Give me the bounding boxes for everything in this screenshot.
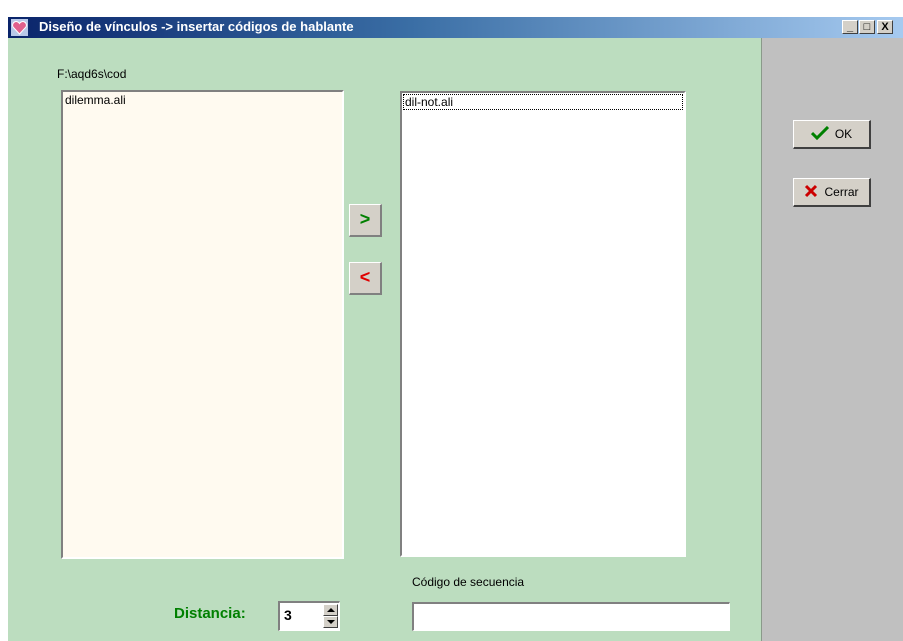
directory-path-label: F:\aqd6s\cod	[57, 67, 127, 81]
arrow-up-icon	[327, 608, 335, 612]
add-to-target-button[interactable]: >	[349, 204, 382, 237]
distance-spinner[interactable]: 3	[278, 601, 340, 631]
app-heart-icon	[11, 19, 28, 36]
ok-label: OK	[834, 127, 853, 141]
list-item[interactable]: dilemma.ali	[63, 92, 342, 108]
remove-from-target-button[interactable]: <	[349, 262, 382, 295]
maximize-button[interactable]: □	[859, 20, 875, 34]
source-file-list[interactable]: dilemma.ali	[61, 90, 344, 559]
dialog-window: Diseño de vínculos -> insertar códigos d…	[8, 17, 903, 641]
close-button[interactable]: X	[877, 20, 893, 34]
arrow-down-icon	[327, 620, 335, 624]
close-label: Cerrar	[824, 185, 859, 199]
checkmark-icon	[810, 125, 829, 143]
sequence-code-label: Código de secuencia	[412, 575, 525, 589]
list-item[interactable]: dil-not.ali	[403, 94, 683, 110]
spin-up-button[interactable]	[323, 604, 338, 616]
spin-down-button[interactable]	[323, 616, 338, 628]
distance-value[interactable]: 3	[284, 607, 292, 623]
red-x-icon	[804, 184, 818, 201]
minimize-button[interactable]: _	[842, 20, 858, 34]
sequence-code-input[interactable]	[412, 602, 730, 631]
selected-file-list[interactable]: dil-not.ali	[400, 91, 686, 557]
close-dialog-button[interactable]: Cerrar	[793, 178, 871, 207]
window-title: Diseño de vínculos -> insertar códigos d…	[39, 19, 354, 34]
title-bar[interactable]: Diseño de vínculos -> insertar códigos d…	[8, 17, 903, 38]
distance-label: Distancia:	[174, 605, 246, 622]
ok-button[interactable]: OK	[793, 120, 871, 149]
